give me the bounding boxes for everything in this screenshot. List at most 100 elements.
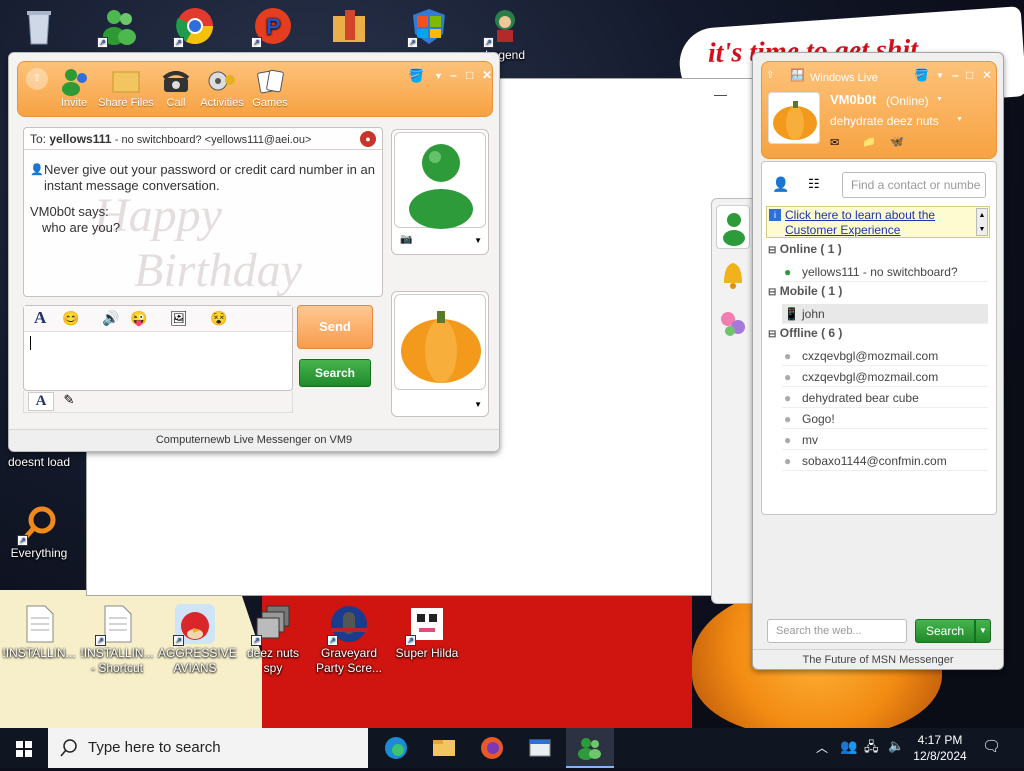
contact-list-window[interactable]: ⇧ 🪟 Windows Live 🪣 ▼ – □ ✕ VM0b0t (Onlin… — [752, 52, 1004, 670]
minimize-icon[interactable]: – — [952, 68, 959, 82]
user-avatar[interactable] — [768, 92, 820, 144]
contact-john[interactable]: 📱 john — [782, 304, 988, 324]
contact-offline-2[interactable]: ● cxzqevbgl@mozmail.com — [782, 367, 988, 387]
user-status[interactable]: (Online) — [886, 94, 929, 108]
show-hidden-icons-chevron-icon[interactable]: ︿ — [816, 739, 828, 756]
taskbar-app-window[interactable] — [518, 728, 562, 768]
dropdown-arrow-icon[interactable]: ▼ — [936, 71, 944, 80]
handwriting-tab-icon[interactable]: ✎ — [56, 392, 82, 411]
desktop-icon-parsec[interactable]: P ↗ — [236, 6, 310, 48]
desktop-icon-folder[interactable] — [312, 6, 386, 48]
web-search-button[interactable]: Search — [915, 619, 975, 643]
contact-name: mv — [802, 433, 818, 447]
folder-icon[interactable]: 📁 — [862, 135, 876, 148]
chevron-down-icon[interactable]: ▼ — [956, 116, 963, 123]
minimize-icon[interactable]: — — [714, 87, 727, 102]
spaces-tab[interactable] — [716, 301, 750, 345]
security-warning: 👤 Never give out your password or credit… — [30, 162, 380, 194]
contact-offline-6[interactable]: ● sobaxo1144@confmin.com — [782, 451, 988, 471]
contact-yellows111[interactable]: ● yellows111 - no switchboard? — [782, 262, 988, 282]
minimize-icon[interactable]: – — [450, 68, 457, 82]
taskbar-edge[interactable] — [374, 728, 418, 768]
messenger-tray-icon[interactable]: 👥 — [840, 738, 857, 755]
taskbar-messenger[interactable] — [566, 728, 614, 768]
my-display-picture[interactable]: ▼ — [391, 291, 489, 417]
desktop-icon-chrome[interactable]: ↗ — [158, 6, 232, 48]
contact-offline-3[interactable]: ● dehydrated bear cube — [782, 388, 988, 408]
network-icon[interactable]: 🖧 — [864, 738, 879, 760]
contact-offline-5[interactable]: ● mv — [782, 430, 988, 450]
info-scroll-icon[interactable]: ▲ ▼ — [976, 208, 988, 236]
dropdown-arrow-icon[interactable]: ▼ — [434, 71, 443, 81]
back-icon[interactable]: ⇧ — [766, 70, 774, 81]
search-button[interactable]: Search — [299, 359, 371, 387]
group-online[interactable]: ⊟ Online ( 1 ) — [768, 242, 842, 256]
customer-experience-link[interactable]: Click here to learn about the Customer E… — [785, 208, 973, 238]
taskbar-search-box[interactable]: Type here to search — [48, 728, 368, 768]
contact-name: sobaxo1144@confmin.com — [802, 454, 947, 468]
chevron-down-icon[interactable]: ▼ — [936, 96, 943, 103]
taskbar-file-explorer[interactable] — [422, 728, 466, 768]
text-mode-tab[interactable]: A — [28, 392, 54, 411]
desktop-icon-messenger[interactable]: ↗ — [82, 6, 156, 48]
desktop-icon-installing-shortcut[interactable]: ↗ !INSTALLIN... - Shortcut — [80, 604, 154, 676]
mail-icon[interactable]: ✉ — [830, 136, 839, 149]
notifications-icon[interactable]: 🗨 — [982, 737, 1001, 755]
chevron-down-icon[interactable]: ▼ — [474, 400, 482, 409]
message-input-area[interactable]: A 😊 🔊 😜 🖼 😵 — [23, 305, 293, 391]
block-icon[interactable]: ● — [360, 131, 376, 147]
wink-icon[interactable]: 😜 — [130, 310, 147, 327]
desktop-icon-doesnt-load[interactable]: doesnt load — [2, 455, 76, 470]
user-name[interactable]: VM0b0t — [830, 92, 876, 107]
invite-button[interactable]: Invite — [46, 66, 102, 109]
back-icon[interactable]: ⇧ — [26, 68, 48, 90]
desktop-icon-deez-nuts-spy[interactable]: ↗ deez nuts spy — [236, 604, 310, 676]
find-contact-input[interactable]: Find a contact or numbe — [842, 172, 986, 198]
webcam-icon[interactable]: 📷 — [400, 234, 412, 245]
sort-options-icon[interactable]: ☷ — [808, 176, 820, 192]
search-options-chevron-icon[interactable]: ▼ — [975, 619, 991, 643]
chevron-down-icon[interactable]: ▼ — [474, 236, 482, 245]
contacts-tab[interactable] — [716, 205, 750, 249]
desktop-icon-super-hilda[interactable]: ↗ Super Hilda — [390, 604, 464, 661]
group-offline[interactable]: ⊟ Offline ( 6 ) — [768, 326, 842, 340]
clock[interactable]: 4:17 PM 12/8/2024 — [908, 732, 972, 764]
conversation-window[interactable]: ⇧ Invite Share Files Call Activities Gam… — [8, 52, 500, 452]
desktop-icon-everything[interactable]: ↗ Everything — [2, 504, 76, 561]
maximize-icon[interactable]: □ — [466, 68, 473, 82]
add-contact-icon[interactable]: 👤 — [772, 176, 789, 193]
chat-history-pane[interactable]: To: yellows111 - no switchboard? <yellow… — [23, 127, 383, 297]
volume-icon[interactable]: 🔈 — [888, 738, 904, 754]
warning-text: Never give out your password or credit c… — [44, 162, 375, 193]
desktop-icon-graveyard-party[interactable]: ↗ Graveyard Party Scre... — [312, 604, 386, 676]
msn-butterfly-icon[interactable]: 🦋 — [890, 135, 904, 148]
desktop-icon-installing[interactable]: !INSTALLIN... — [2, 604, 76, 661]
personal-message[interactable]: dehydrate deez nuts — [830, 114, 939, 128]
emoticon-icon[interactable]: 😊 — [62, 310, 79, 327]
nudge-icon[interactable]: 😵 — [210, 310, 227, 327]
maximize-icon[interactable]: □ — [966, 68, 973, 82]
edge-icon — [385, 737, 407, 759]
contact-offline-4[interactable]: ● Gogo! — [782, 409, 988, 429]
background-icon[interactable]: 🖼 — [170, 310, 188, 327]
font-icon[interactable]: A — [34, 308, 46, 328]
desktop-icon-aggressive-avians[interactable]: ↗ AGGRESSIVE AVIANS — [158, 604, 237, 676]
taskbar-firefox[interactable] — [470, 728, 514, 768]
contact-display-picture[interactable]: 📷 ▼ — [391, 129, 489, 255]
games-button[interactable]: Games — [242, 66, 298, 109]
alerts-tab[interactable] — [716, 253, 750, 297]
close-icon[interactable]: ✕ — [982, 68, 992, 82]
close-icon[interactable]: ✕ — [482, 68, 492, 82]
web-search-input[interactable]: Search the web... — [767, 619, 907, 643]
desktop-icon-recycle-bin[interactable] — [2, 6, 76, 48]
start-button[interactable] — [0, 728, 48, 768]
send-button[interactable]: Send — [297, 305, 373, 349]
voice-clip-icon[interactable]: 🔊 — [102, 310, 119, 327]
desktop-icon-windows-security[interactable]: ↗ — [392, 6, 466, 48]
group-mobile[interactable]: ⊟ Mobile ( 1 ) — [768, 284, 842, 298]
pumpkin-icon — [401, 311, 481, 383]
contact-offline-1[interactable]: ● cxzqevbgl@mozmail.com — [782, 346, 988, 366]
paint-bucket-icon[interactable]: 🪣 — [914, 68, 929, 82]
share-files-button[interactable]: Share Files — [98, 66, 154, 109]
paint-bucket-icon[interactable]: 🪣 — [408, 68, 424, 84]
